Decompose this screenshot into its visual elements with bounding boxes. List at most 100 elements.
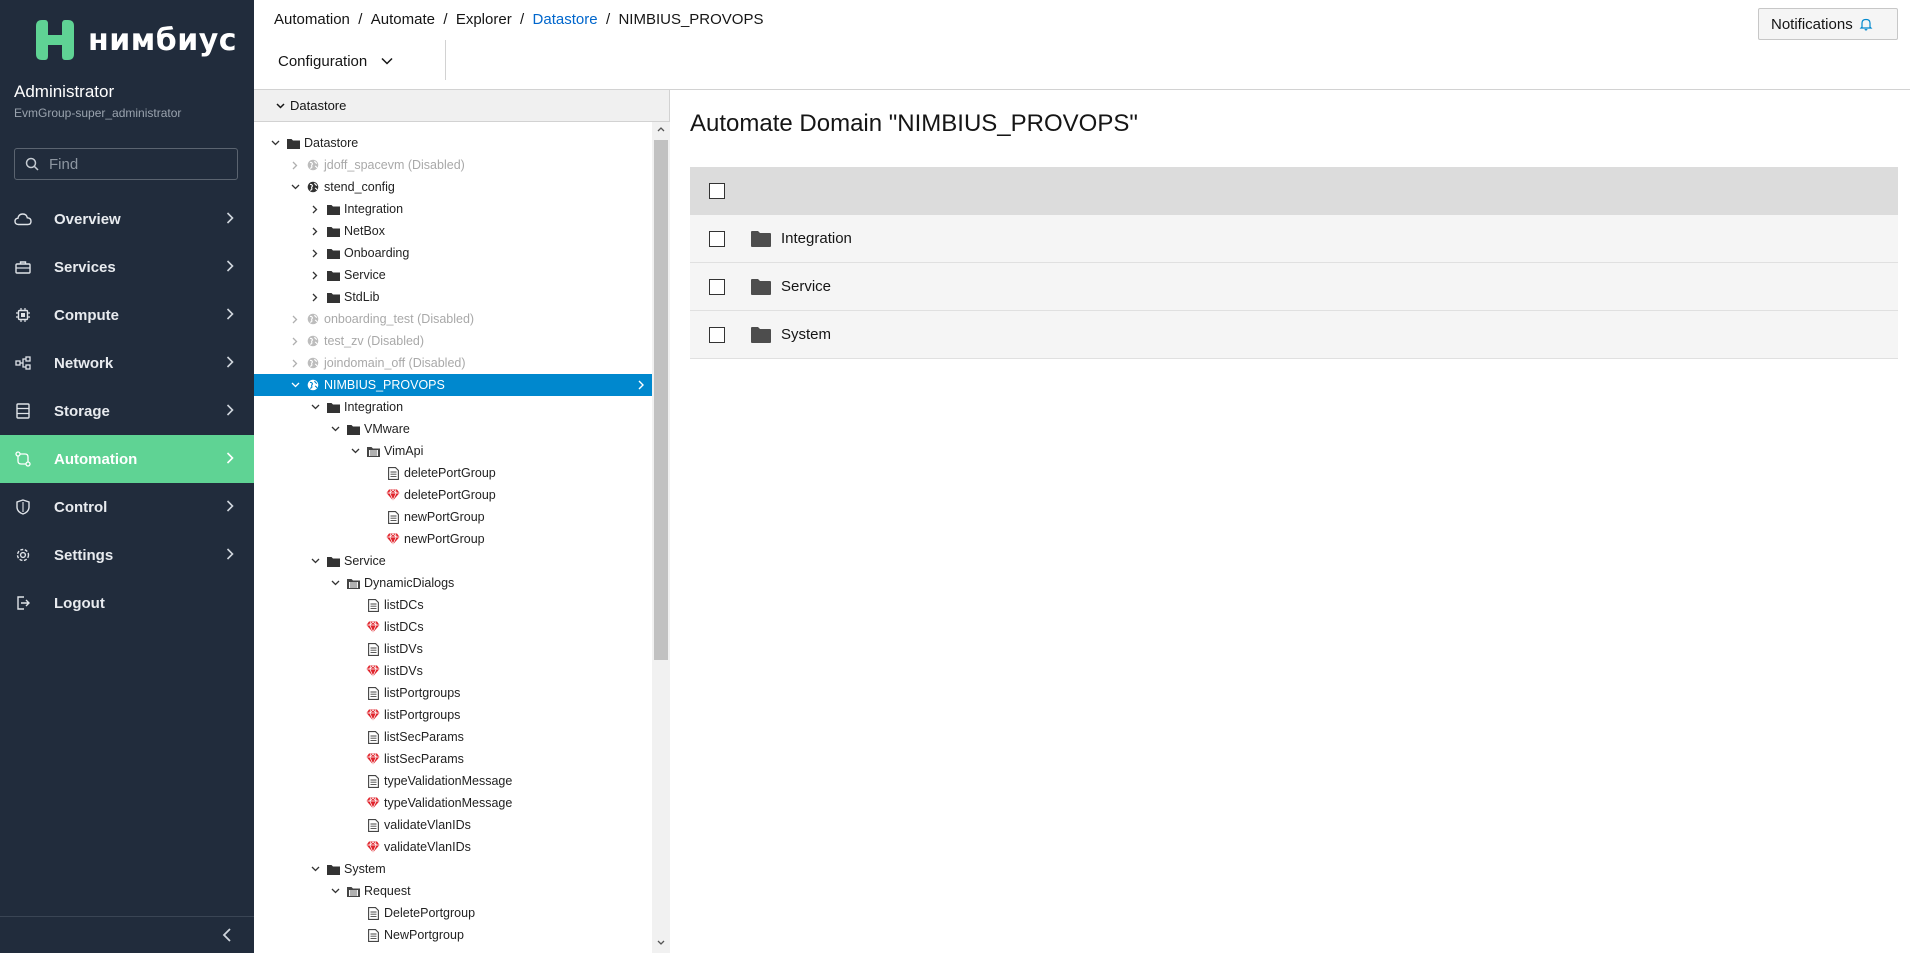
- configuration-dropdown[interactable]: Configuration: [278, 46, 393, 76]
- nav-item-logout[interactable]: Logout: [0, 579, 254, 627]
- tree-expanded-chevron-icon[interactable]: [308, 554, 322, 568]
- tree-node-listportgroups[interactable]: listPortgroups: [254, 704, 652, 726]
- tree-node-jdoff-spacevm-disabled[interactable]: jdoff_spacevm (Disabled): [254, 154, 652, 176]
- tree-expanded-chevron-icon[interactable]: [288, 378, 302, 392]
- notifications-button[interactable]: Notifications: [1758, 8, 1898, 40]
- nav-item-network[interactable]: Network: [0, 339, 254, 387]
- tree-node-onboarding-test-disabled[interactable]: onboarding_test (Disabled): [254, 308, 652, 330]
- tree-node-system[interactable]: System: [254, 858, 652, 880]
- tree-node-service[interactable]: Service: [254, 264, 652, 286]
- breadcrumb-item[interactable]: Explorer: [456, 11, 512, 28]
- nav-item-automation[interactable]: Automation: [0, 435, 254, 483]
- scroll-down-icon[interactable]: [657, 940, 665, 946]
- folder-icon: [326, 400, 340, 414]
- tree-node-dynamicdialogs[interactable]: DynamicDialogs: [254, 572, 652, 594]
- tree-node-listdvs[interactable]: listDVs: [254, 660, 652, 682]
- breadcrumb-item[interactable]: Automate: [371, 11, 435, 28]
- tree-node-vmware[interactable]: VMware: [254, 418, 652, 440]
- tree-node-label: System: [344, 862, 386, 876]
- tree-node-typevalidationmessage[interactable]: typeValidationMessage: [254, 770, 652, 792]
- tree-collapsed-chevron-icon[interactable]: [288, 334, 302, 348]
- tree-node-request[interactable]: Request: [254, 880, 652, 902]
- tree-node-datastore[interactable]: Datastore: [254, 132, 652, 154]
- folder-icon: [346, 422, 360, 436]
- tree-node-typevalidationmessage[interactable]: typeValidationMessage: [254, 792, 652, 814]
- list-item[interactable]: Integration: [690, 215, 1898, 263]
- tree-collapsed-chevron-icon[interactable]: [308, 202, 322, 216]
- row-checkbox[interactable]: [709, 327, 725, 343]
- tree-node-nimbius-provops[interactable]: NIMBIUS_PROVOPS: [254, 374, 652, 396]
- tree-expanded-chevron-icon[interactable]: [328, 422, 342, 436]
- tree-collapsed-chevron-icon[interactable]: [308, 246, 322, 260]
- tree-node-integration[interactable]: Integration: [254, 198, 652, 220]
- search-input[interactable]: [47, 154, 227, 174]
- bell-icon: [1859, 18, 1873, 31]
- tree-expanded-chevron-icon[interactable]: [328, 576, 342, 590]
- scroll-up-icon[interactable]: [657, 126, 665, 132]
- document-icon: [366, 906, 380, 920]
- ruby-icon: [386, 532, 400, 546]
- tree-toggle-spacer: [348, 686, 362, 700]
- tree-node-listdcs[interactable]: listDCs: [254, 594, 652, 616]
- tree-node-newportgroup[interactable]: NewPortgroup: [254, 924, 652, 946]
- tree-collapsed-chevron-icon[interactable]: [288, 356, 302, 370]
- tree-scrollbar[interactable]: [652, 122, 670, 953]
- tree-node-stdlib[interactable]: StdLib: [254, 286, 652, 308]
- tree-node-joindomain-off-disabled[interactable]: joindomain_off (Disabled): [254, 352, 652, 374]
- tree-node-stend-config[interactable]: stend_config: [254, 176, 652, 198]
- tree-expanded-chevron-icon[interactable]: [308, 862, 322, 876]
- breadcrumb-item[interactable]: Automation: [274, 11, 350, 28]
- tree-node-newportgroup[interactable]: newPortGroup: [254, 528, 652, 550]
- tree-collapsed-chevron-icon[interactable]: [308, 268, 322, 282]
- logo[interactable]: нимбиус: [32, 18, 237, 62]
- tree-node-listsecparams[interactable]: listSecParams: [254, 726, 652, 748]
- nav-item-overview[interactable]: Overview: [0, 195, 254, 243]
- tree-collapsed-chevron-icon[interactable]: [308, 224, 322, 238]
- tree-node-deleteportgroup[interactable]: deletePortGroup: [254, 484, 652, 506]
- tree-node-listsecparams[interactable]: listSecParams: [254, 748, 652, 770]
- nav-item-services[interactable]: Services: [0, 243, 254, 291]
- document-icon: [366, 818, 380, 832]
- accordion-title: Datastore: [290, 98, 347, 113]
- nav-item-storage[interactable]: Storage: [0, 387, 254, 435]
- row-checkbox[interactable]: [709, 279, 725, 295]
- scrollbar-thumb[interactable]: [654, 140, 668, 660]
- tree-expanded-chevron-icon[interactable]: [308, 400, 322, 414]
- tree-node-vimapi[interactable]: VimApi: [254, 440, 652, 462]
- tree-node-deleteportgroup[interactable]: DeletePortgroup: [254, 902, 652, 924]
- tree-toggle-spacer: [348, 796, 362, 810]
- tree-node-integration[interactable]: Integration: [254, 396, 652, 418]
- tree-node-label: Onboarding: [344, 246, 410, 260]
- tree-expanded-chevron-icon[interactable]: [348, 444, 362, 458]
- tree-node-test-zv-disabled[interactable]: test_zv (Disabled): [254, 330, 652, 352]
- tree-collapsed-chevron-icon[interactable]: [308, 290, 322, 304]
- brand-name: нимбиус: [88, 22, 238, 58]
- tree-node-listportgroups[interactable]: listPortgroups: [254, 682, 652, 704]
- nav-item-compute[interactable]: Compute: [0, 291, 254, 339]
- select-all-checkbox[interactable]: [709, 183, 725, 199]
- list-item[interactable]: Service: [690, 263, 1898, 311]
- tree-expanded-chevron-icon[interactable]: [268, 136, 282, 150]
- tree-node-label: Integration: [344, 202, 404, 216]
- tree-node-onboarding[interactable]: Onboarding: [254, 242, 652, 264]
- collapse-sidebar-icon[interactable]: [222, 928, 232, 942]
- tree-node-validatevlanids[interactable]: validateVlanIDs: [254, 836, 652, 858]
- tree-node-deleteportgroup[interactable]: deletePortGroup: [254, 462, 652, 484]
- tree-node-service[interactable]: Service: [254, 550, 652, 572]
- tree-collapsed-chevron-icon[interactable]: [288, 312, 302, 326]
- nav-item-control[interactable]: Control: [0, 483, 254, 531]
- tree-node-listdcs[interactable]: listDCs: [254, 616, 652, 638]
- list-item[interactable]: System: [690, 311, 1898, 359]
- tree-node-listdvs[interactable]: listDVs: [254, 638, 652, 660]
- nav-item-settings[interactable]: Settings: [0, 531, 254, 579]
- tree-expanded-chevron-icon[interactable]: [288, 180, 302, 194]
- chevron-right-icon: [226, 500, 234, 512]
- tree-node-newportgroup[interactable]: newPortGroup: [254, 506, 652, 528]
- breadcrumb-link-datastore[interactable]: Datastore: [533, 11, 598, 28]
- tree-node-validatevlanids[interactable]: validateVlanIDs: [254, 814, 652, 836]
- tree-expanded-chevron-icon[interactable]: [328, 884, 342, 898]
- tree-collapsed-chevron-icon[interactable]: [288, 158, 302, 172]
- accordion-header-datastore[interactable]: Datastore: [254, 90, 669, 122]
- tree-node-netbox[interactable]: NetBox: [254, 220, 652, 242]
- row-checkbox[interactable]: [709, 231, 725, 247]
